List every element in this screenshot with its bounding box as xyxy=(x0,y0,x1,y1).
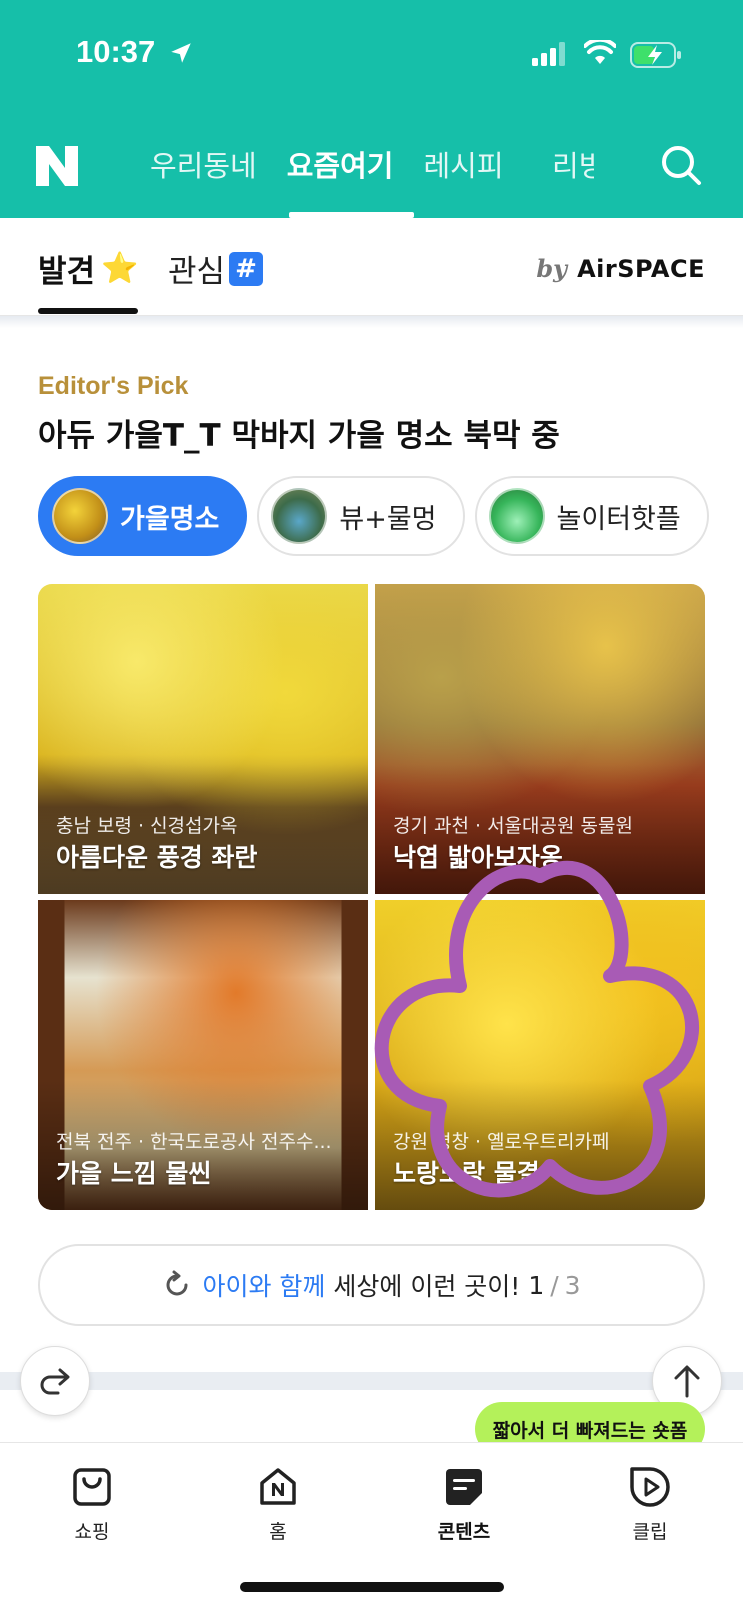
tab-living[interactable]: 리빙 xyxy=(552,144,594,188)
subtab-interest[interactable]: 관심 # xyxy=(168,246,264,291)
shopping-bag-icon xyxy=(73,1468,111,1506)
card-location: 전북 전주 · 한국도로공사 전주수... xyxy=(56,1131,332,1153)
nav-label: 홈 xyxy=(269,1521,287,1543)
byline-by: by xyxy=(536,254,568,283)
tab-recipe[interactable]: 레시피 xyxy=(423,144,503,188)
card-location: 강원 평창 · 옐로우트리카페 xyxy=(393,1131,610,1153)
chip-playground[interactable]: 놀이터핫플 xyxy=(474,476,709,556)
location-arrow-icon xyxy=(171,43,191,63)
arrow-up-icon xyxy=(674,1365,700,1398)
clip-play-icon xyxy=(630,1467,670,1507)
status-time: 10:37 xyxy=(76,34,156,69)
card-title: 가을 느낌 물씬 xyxy=(56,1159,212,1188)
chip-thumbnail xyxy=(271,488,328,544)
nav-label: 콘텐츠 xyxy=(437,1521,491,1543)
subtab-discover-label: 발견 xyxy=(38,254,96,290)
chip-label: 뷰+물멍 xyxy=(339,503,437,535)
section-divider xyxy=(0,1372,743,1390)
refresh-icon xyxy=(166,1270,188,1296)
home-indicator[interactable] xyxy=(240,1582,504,1592)
card-title: 노랑노랑 물결 xyxy=(393,1159,540,1188)
chip-autumn-spots[interactable]: 가을명소 xyxy=(38,476,248,556)
airspace-byline: by AirSPACE xyxy=(536,254,705,283)
nav-clip[interactable]: 클립 xyxy=(605,1465,695,1544)
card-location: 충남 보령 · 신경섭가옥 xyxy=(56,815,238,837)
chip-label: 가을명소 xyxy=(120,503,220,535)
category-chips: 가을명소 뷰+물멍 놀이터핫플 xyxy=(38,476,719,556)
share-icon xyxy=(40,1368,70,1395)
wifi-icon xyxy=(584,40,616,64)
top-tabs: 우리동네 요즘여기 레시피 xyxy=(150,144,534,188)
tab-trending[interactable]: 요즘여기 xyxy=(287,144,394,188)
chip-label: 놀이터핫플 xyxy=(556,503,681,535)
tab-living-clipped[interactable]: 리빙 xyxy=(552,144,594,188)
hashtag-icon: # xyxy=(229,251,264,286)
page-total: 3 xyxy=(564,1270,581,1300)
editors-pick-label: Editor's Pick xyxy=(38,372,189,400)
battery-charging-icon xyxy=(630,42,681,68)
search-icon[interactable] xyxy=(660,144,702,186)
subtab-discover[interactable]: 발견 ⭐ xyxy=(38,246,138,291)
tab-neighborhood[interactable]: 우리동네 xyxy=(150,144,257,188)
nav-shopping[interactable]: 쇼핑 xyxy=(47,1465,137,1544)
nav-label: 쇼핑 xyxy=(74,1521,110,1543)
chip-thumbnail xyxy=(488,488,545,544)
card-title: 아름다운 풍경 좌란 xyxy=(56,843,258,872)
sub-tab-bar: 발견 ⭐ 관심 # by AirSPACE xyxy=(0,218,743,316)
nav-content[interactable]: 콘텐츠 xyxy=(419,1465,509,1544)
subbar-shadow xyxy=(0,316,743,328)
chip-thumbnail xyxy=(52,488,108,544)
card-location: 경기 과천 · 서울대공원 동물원 xyxy=(393,815,633,837)
card-title: 낙엽 밟아보자옹 xyxy=(393,843,563,872)
nav-label: 클립 xyxy=(632,1521,668,1543)
content-icon xyxy=(446,1469,482,1505)
app-header: 10:37 우리동네 요즘여기 레시피 리빙 xyxy=(0,0,743,218)
place-card[interactable]: 강원 평창 · 옐로우트리카페 노랑노랑 물결 xyxy=(375,900,705,1210)
next-recommendation-button[interactable]: 아이와 함께 세상에 이런 곳이! 1 / 3 xyxy=(38,1244,705,1326)
place-card[interactable]: 충남 보령 · 신경섭가옥 아름다운 풍경 좌란 xyxy=(38,584,368,894)
page-separator: / xyxy=(550,1270,559,1300)
cellular-signal-icon xyxy=(532,42,565,66)
page-current: 1 xyxy=(528,1270,545,1300)
nav-home[interactable]: 홈 xyxy=(233,1465,323,1544)
naver-logo-icon[interactable] xyxy=(36,146,78,186)
place-card[interactable]: 전북 전주 · 한국도로공사 전주수... 가을 느낌 물씬 xyxy=(38,900,368,1210)
subtab-indicator xyxy=(38,308,138,314)
chip-view-water[interactable]: 뷰+물멍 xyxy=(257,476,465,556)
editors-pick-title: 아듀 가을T_T 막바지 가을 명소 북막 중 xyxy=(38,418,560,454)
next-text: 세상에 이런 곳이! xyxy=(333,1272,521,1301)
subtab-interest-label: 관심 xyxy=(168,254,226,290)
share-button[interactable] xyxy=(20,1346,90,1416)
byline-brand: AirSPACE xyxy=(577,255,705,283)
place-card[interactable]: 경기 과천 · 서울대공원 동물원 낙엽 밟아보자옹 xyxy=(375,584,705,894)
next-highlight: 아이와 함께 xyxy=(202,1272,326,1301)
star-icon: ⭐ xyxy=(101,251,139,286)
place-grid: 충남 보령 · 신경섭가옥 아름다운 풍경 좌란 경기 과천 · 서울대공원 동… xyxy=(38,584,705,1210)
home-icon xyxy=(260,1468,296,1505)
